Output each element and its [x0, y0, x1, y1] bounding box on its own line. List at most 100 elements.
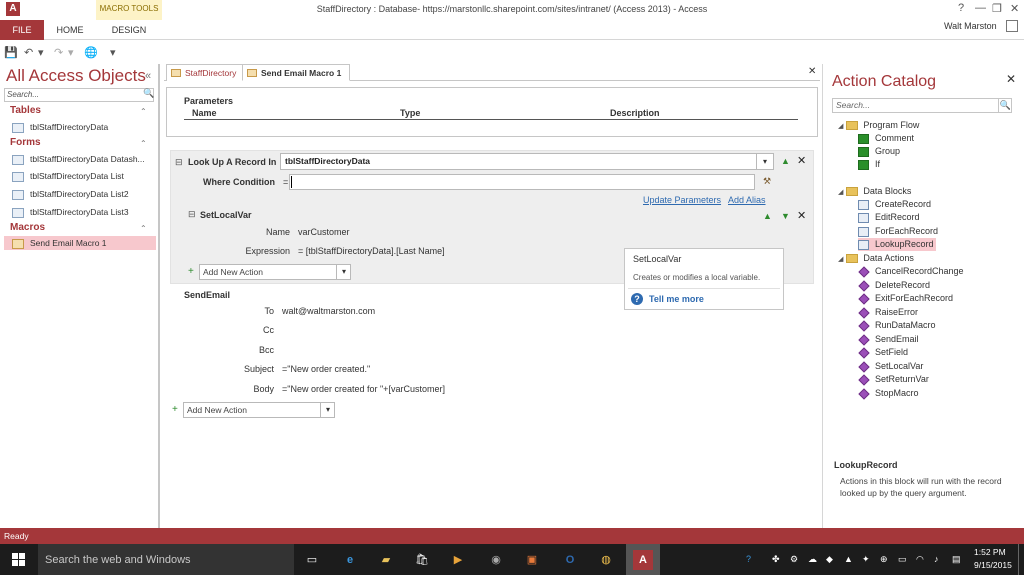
tab-file[interactable]: FILE — [0, 20, 44, 40]
catalog-item[interactable]: SetReturnVar — [858, 373, 929, 386]
show-desktop-button[interactable] — [1018, 544, 1019, 575]
nav-item-table[interactable]: tblStaffDirectoryData — [12, 120, 108, 134]
catalog-item[interactable]: If — [858, 158, 880, 171]
catalog-item[interactable]: CancelRecordChange — [858, 265, 964, 278]
delete-action-icon[interactable]: ✕ — [797, 209, 806, 222]
chrome-icon[interactable]: ◍ — [596, 550, 616, 570]
app-icon[interactable]: ◉ — [486, 550, 506, 570]
lookup-table-select[interactable]: tblStaffDirectoryData — [280, 153, 774, 170]
add-action-plus-icon[interactable]: + — [188, 266, 194, 277]
tab-design[interactable]: DESIGN — [96, 20, 162, 40]
chevron-down-icon[interactable]: ▾ — [320, 403, 335, 417]
search-icon[interactable]: 🔍 — [143, 88, 154, 99]
window-close-icon[interactable]: ✕ — [1010, 2, 1019, 15]
add-new-action-select[interactable]: Add New Action — [183, 402, 335, 418]
close-catalog-icon[interactable]: ✕ — [1006, 72, 1016, 86]
nav-group-forms[interactable]: Forms — [10, 137, 41, 148]
undo-dropdown-icon[interactable]: ▾ — [38, 46, 44, 59]
nav-item-form[interactable]: tblStaffDirectoryData List3 — [12, 205, 129, 219]
group-collapse-icon[interactable]: ⌃ — [140, 139, 147, 148]
cloud-icon[interactable]: ☁ — [808, 554, 817, 565]
tell-me-more-link[interactable]: Tell me more — [649, 294, 704, 304]
help-circle-icon[interactable]: ? — [631, 293, 643, 305]
collapse-block-icon[interactable]: ⊟ — [175, 157, 183, 168]
catalog-folder-data-blocks[interactable]: ◢ Data Blocks — [838, 186, 911, 197]
help-icon[interactable]: ? — [958, 2, 964, 14]
move-up-icon[interactable]: ▲ — [763, 211, 772, 221]
media-player-icon[interactable]: ▶ — [448, 550, 468, 570]
taskbar-clock-time[interactable]: 1:52 PM — [974, 547, 1006, 557]
nav-group-tables[interactable]: Tables — [10, 105, 41, 116]
tray-icon[interactable]: ⚙ — [790, 554, 798, 565]
group-collapse-icon[interactable]: ⌃ — [140, 224, 147, 233]
nav-group-macros[interactable]: Macros — [10, 222, 45, 233]
user-account[interactable]: Walt Marston — [944, 20, 997, 32]
catalog-item[interactable]: EditRecord — [858, 211, 920, 224]
email-body-value[interactable]: ="New order created for "+[varCustomer] — [282, 384, 445, 394]
nav-item-macro[interactable]: Send Email Macro 1 — [4, 236, 156, 250]
chevron-down-icon[interactable]: ▾ — [756, 154, 773, 169]
help-tray-icon[interactable]: ? — [746, 554, 751, 564]
save-icon[interactable]: 💾 — [4, 46, 18, 59]
redo-icon[interactable]: ↷ — [54, 46, 63, 59]
email-subject-value[interactable]: ="New order created." — [282, 364, 370, 374]
move-down-icon[interactable]: ▼ — [781, 211, 790, 221]
add-action-plus-icon[interactable]: + — [172, 404, 178, 415]
doc-tab-staffdirectory[interactable]: StaffDirectory — [166, 64, 246, 81]
user-avatar[interactable] — [1006, 20, 1018, 32]
catalog-item[interactable]: ExitForEachRecord — [858, 292, 953, 305]
catalog-item[interactable]: RunDataMacro — [858, 319, 936, 332]
setlocalvar-name-value[interactable]: varCustomer — [298, 227, 350, 237]
catalog-item[interactable]: Comment — [858, 132, 914, 145]
windows-start-icon[interactable] — [12, 553, 25, 566]
catalog-search-input[interactable]: Search... — [832, 98, 1012, 113]
edge-icon[interactable]: e — [340, 550, 360, 570]
catalog-item[interactable]: SetLocalVar — [858, 360, 923, 373]
tray-icon[interactable]: ✤ — [772, 554, 780, 565]
catalog-item[interactable]: SendEmail — [858, 333, 919, 346]
tray-icon[interactable]: ◆ — [826, 554, 833, 565]
where-condition-input[interactable] — [289, 174, 755, 190]
task-view-icon[interactable]: ▭ — [302, 550, 322, 570]
sendemail-label[interactable]: SendEmail — [184, 290, 230, 300]
app-icon[interactable]: ▣ — [522, 550, 542, 570]
taskbar-clock-date[interactable]: 9/15/2015 — [974, 560, 1012, 570]
delete-action-icon[interactable]: ✕ — [797, 154, 806, 167]
collapse-action-icon[interactable]: ⊟ — [188, 209, 196, 220]
catalog-folder-program-flow[interactable]: ◢ Program Flow — [838, 120, 919, 131]
notifications-icon[interactable]: ▤ — [952, 554, 961, 565]
move-up-icon[interactable]: ▲ — [781, 156, 790, 166]
expression-builder-icon[interactable]: ⚒ — [763, 176, 771, 187]
minimize-icon[interactable]: — — [975, 2, 986, 14]
catalog-item[interactable]: Group — [858, 145, 900, 158]
volume-icon[interactable]: ♪ — [934, 554, 939, 564]
close-document-icon[interactable]: ✕ — [808, 66, 816, 77]
email-to-value[interactable]: walt@waltmarston.com — [282, 306, 375, 316]
setlocalvar-label[interactable]: SetLocalVar — [200, 210, 252, 220]
collapse-nav-icon[interactable]: « — [145, 70, 151, 82]
redo-dropdown-icon[interactable]: ▾ — [68, 46, 74, 59]
catalog-folder-data-actions[interactable]: ◢ Data Actions — [838, 253, 914, 264]
catalog-item[interactable]: DeleteRecord — [858, 279, 930, 292]
access-icon[interactable]: A — [633, 550, 653, 570]
store-icon[interactable]: 🛍 — [412, 550, 432, 570]
nav-item-form[interactable]: tblStaffDirectoryData List — [12, 169, 124, 183]
search-icon[interactable]: 🔍 — [998, 98, 1012, 113]
catalog-item[interactable]: CreateRecord — [858, 198, 931, 211]
battery-icon[interactable]: ▭ — [898, 554, 907, 565]
add-alias-link[interactable]: Add Alias — [728, 195, 766, 205]
customize-qat-icon[interactable]: ▾ — [110, 46, 116, 59]
nav-item-form[interactable]: tblStaffDirectoryData List2 — [12, 187, 129, 201]
undo-icon[interactable]: ↶ — [24, 46, 33, 59]
nav-pane-title[interactable]: All Access Objects — [6, 66, 146, 86]
globe-icon[interactable]: 🌐 — [84, 46, 98, 59]
update-parameters-link[interactable]: Update Parameters — [643, 195, 721, 205]
tab-home[interactable]: HOME — [50, 20, 90, 40]
outlook-icon[interactable]: O — [560, 550, 580, 570]
doc-tab-send-email-macro[interactable]: Send Email Macro 1 — [242, 64, 351, 81]
catalog-item[interactable]: RaiseError — [858, 306, 918, 319]
wifi-icon[interactable]: ◠ — [916, 554, 924, 565]
tray-icon[interactable]: ⊕ — [880, 554, 888, 565]
nav-search-input[interactable]: Search... — [4, 88, 154, 102]
catalog-item[interactable]: StopMacro — [858, 387, 919, 400]
